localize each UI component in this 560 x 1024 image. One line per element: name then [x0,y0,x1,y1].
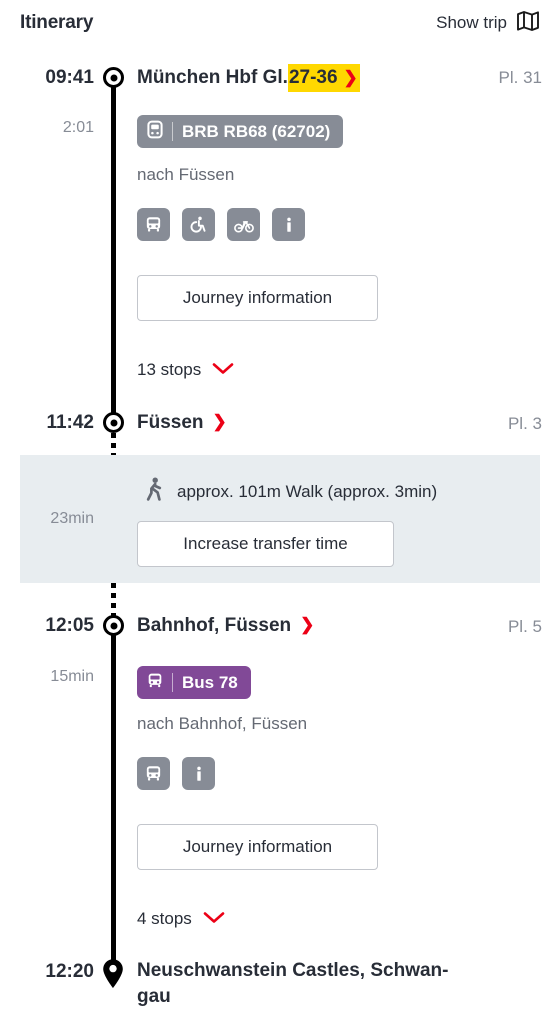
page-header: Itinerary Show trip [0,0,560,46]
stop-marker-transfer-arrival [103,412,124,433]
chevron-down-icon [203,909,225,929]
departure-station-2: Bahnhof, Füssen ❯ [137,613,314,639]
info-icon[interactable] [272,208,305,241]
page-title: Itinerary [20,12,94,33]
journey-information-button-1[interactable]: Journey information [137,275,378,321]
wheelchair-icon[interactable] [182,208,215,241]
direction-label-1: nach Füssen [137,165,235,184]
stop-marker-departure [103,67,124,88]
map-icon [516,9,540,38]
platform-label-mid: Pl. 3 [507,414,542,433]
station-label: München Hbf Gl. [137,67,288,88]
departure-time-1: 09:41 [45,67,94,88]
direction-label-2: nach Bahnhof, Füssen [137,714,308,733]
product-badge-train[interactable]: BRB RB68 (62702) [137,115,344,148]
bus-icon[interactable] [137,208,170,241]
station-label-line2: gau [137,986,171,1007]
stops-count-label-2: 4 stops [137,909,192,928]
stop-marker-departure-2 [103,615,124,636]
info-icon[interactable] [182,757,215,790]
leg-duration-1: 2:01 [62,119,94,136]
pin-icon [100,955,126,994]
station-label: Füssen [137,412,204,433]
walk-text: approx. 101m Walk (approx. 3min) [177,482,438,501]
chevron-right-icon: ❯ [343,67,358,87]
chevron-right-icon[interactable]: ❯ [213,413,227,430]
station-label: Bahnhof, Füssen [137,615,292,636]
bus-icon [146,671,164,695]
platform-label-1: Pl. 31 [498,68,542,87]
bus-icon[interactable] [137,757,170,790]
itinerary-page: Itinerary Show trip 09:41 München Hbf Gl… [0,0,560,1024]
departure-time-2: 12:05 [45,615,94,636]
platform-label-2: Pl. 5 [507,617,542,636]
arrival-time-final: 12:20 [45,961,94,982]
increase-transfer-time-button[interactable]: Increase transfer time [137,521,394,567]
chevron-down-icon [212,360,234,380]
product-label-bus: Bus 78 [182,672,238,692]
timeline-rail-leg2 [111,626,116,966]
journey-information-button-2[interactable]: Journey information [137,824,378,870]
track-number: 27-36 [288,67,338,88]
leg-duration-2: 15min [50,668,94,685]
departure-station-1: München Hbf Gl. 27-36 ❯ [137,64,360,92]
chevron-right-icon[interactable]: ❯ [300,616,314,633]
stops-count-label-1: 13 stops [137,360,202,379]
badge-divider [172,673,173,692]
show-trip-button[interactable]: Show trip [436,9,540,38]
product-label-train: BRB RB68 (62702) [182,121,331,141]
timeline-rail-leg1 [111,78,116,423]
walk-info: approx. 101m Walk (approx. 3min) [145,477,437,507]
bicycle-icon[interactable] [227,208,260,241]
show-trip-label: Show trip [436,13,507,32]
train-icon [146,120,164,144]
stops-toggle-1[interactable]: 13 stops [137,360,234,380]
arrival-time-mid: 11:42 [46,412,94,433]
amenities-1 [137,208,305,241]
walking-person-icon [145,477,164,507]
amenities-2 [137,757,215,790]
product-badge-bus[interactable]: Bus 78 [137,666,251,699]
track-highlight[interactable]: 27-36 ❯ [287,64,360,92]
transfer-duration: 23min [50,510,94,527]
arrival-station-mid: Füssen ❯ [137,410,227,436]
stops-toggle-2[interactable]: 4 stops [137,909,225,929]
station-label-line1: Neuschwanstein Castles, Schwan- [137,960,449,981]
badge-divider [172,122,173,141]
arrival-station-final: Neuschwanstein Castles, Schwan- gau [137,958,537,1010]
